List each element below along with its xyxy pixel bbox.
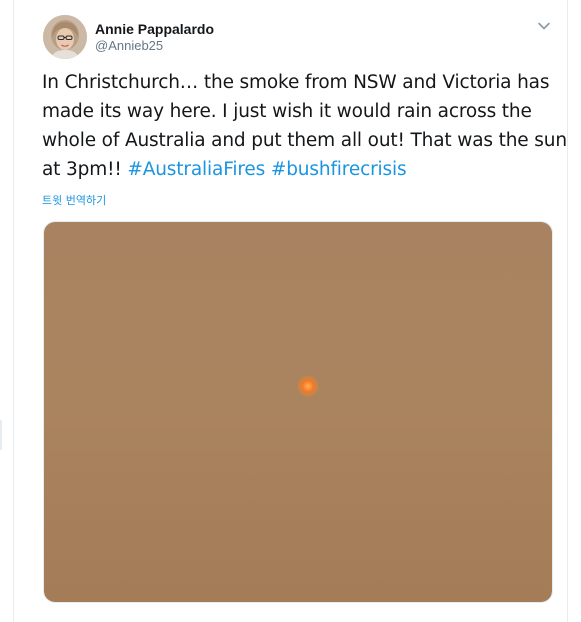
tweet-photo[interactable] xyxy=(43,221,553,603)
hashtag-bushfirecrisis[interactable]: #bushfirecrisis xyxy=(271,159,407,180)
chevron-down-icon[interactable] xyxy=(535,17,553,35)
page-edge-marker xyxy=(0,420,2,450)
translate-tweet-link[interactable]: 트윗 번역하기 xyxy=(42,193,106,209)
smoky-sky-image xyxy=(44,222,552,602)
sun-icon xyxy=(296,374,320,399)
author-name[interactable]: Annie Pappalardo xyxy=(95,20,214,38)
hashtag-australiafires[interactable]: #AustraliaFires xyxy=(127,159,265,180)
avatar[interactable] xyxy=(43,15,87,59)
tweet-text: In Christchurch… the smoke from NSW and … xyxy=(42,68,570,184)
tweet-card: Annie Pappalardo @Annieb25 In Christchur… xyxy=(13,0,568,622)
avatar-image xyxy=(43,15,87,59)
author-handle[interactable]: @Annieb25 xyxy=(95,37,163,55)
